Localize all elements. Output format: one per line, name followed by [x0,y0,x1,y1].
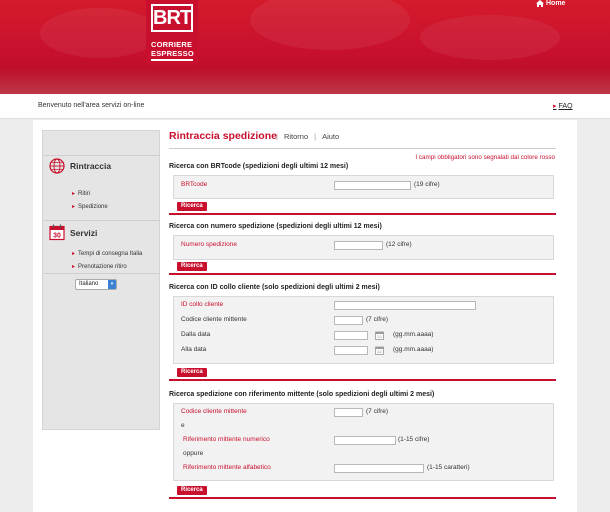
hint-codice-cliente: (7 cifre) [366,316,389,323]
hint-codice-cliente-mittente: (7 cifre) [366,408,389,415]
hint-riferimento-numerico: (1-15 cifre) [398,436,430,443]
content-panel: Rintraccia Ritiri Spedizione 30 Servizi … [33,120,577,512]
welcome-bar: Benvenuto nell'area servizi on-line ▸ FAQ [0,94,610,119]
nav-ritorno[interactable]: Ritorno [284,132,308,141]
hint-dalla-data: (gg.mm.aaaa) [393,331,434,338]
connector-e: e [181,422,185,429]
dalla-data-input[interactable] [334,331,368,340]
brtcode-input[interactable] [334,181,411,190]
page-title: Rintraccia spedizione [169,130,277,142]
section-title-riferimento: Ricerca spedizione con riferimento mitte… [169,391,435,398]
faq-label: FAQ [558,103,573,110]
logo-line-1: CORRIERE [151,40,193,49]
section-divider [169,379,556,381]
calendar-picker-icon[interactable] [375,346,384,355]
sidebar-divider [43,273,159,274]
sidebar-item-tempi-consegna[interactable]: Tempi di consegna Italia [72,250,142,257]
field-label-id-collo: ID collo cliente [181,301,224,308]
section-title-id-collo: Ricerca con ID collo cliente (solo spedi… [169,284,380,291]
section-divider [169,273,556,275]
riferimento-numerico-input[interactable] [334,436,396,445]
nav-aiuto[interactable]: Aiuto [322,132,339,141]
sidebar-item-spedizione[interactable]: Spedizione [72,203,108,210]
field-label-codice-cliente: Codice cliente mittente [181,316,247,323]
search-button-brtcode[interactable]: Ricerca [177,202,207,211]
calendar-picker-icon[interactable] [375,331,384,340]
field-label-codice-cliente-mittente: Codice cliente mittente [181,408,247,415]
hint-riferimento-alfabetico: (1-15 caratteri) [427,464,470,471]
sidebar-section-rintraccia[interactable]: Rintraccia [49,158,111,174]
sidebar-item-ritiri[interactable]: Ritiri [72,190,90,197]
search-button-id-collo[interactable]: Ricerca [177,368,207,377]
language-value: Italiano [79,281,99,287]
sidebar-divider [43,155,159,156]
arrow-right-icon: ▸ [553,103,557,110]
section-divider [169,497,556,499]
section-box-riferimento: Codice cliente mittente (7 cifre) e Rife… [173,403,554,481]
map-decoration [250,0,410,50]
globe-icon [49,158,65,174]
select-arrows-icon: ▾ [108,280,116,289]
home-link[interactable]: Home [536,0,565,7]
logo-mark: BRT [151,4,193,32]
sidebar-section-servizi[interactable]: 30 Servizi [49,224,97,241]
field-label-dalla-data: Dalla data [181,331,211,338]
home-icon [536,0,544,7]
field-label-riferimento-alfabetico: Riferimento mittente alfabetico [183,464,271,471]
logo-line-2: ESPRESSO [151,49,194,58]
riferimento-alfabetico-input[interactable] [334,464,424,473]
hint-brtcode: (19 cifre) [414,181,440,188]
connector-oppure: oppure [183,450,204,457]
sidebar: Rintraccia Ritiri Spedizione 30 Servizi … [42,130,160,430]
brt-logo[interactable]: BRT CORRIERE ESPRESSO [146,0,198,65]
home-label: Home [546,0,566,7]
section-title-numero-spedizione: Ricerca con numero spedizione (spedizion… [169,223,382,230]
sidebar-section-title: Rintraccia [70,161,112,171]
sidebar-item-prenotazione-ritiro[interactable]: Prenotazione ritiro [72,263,127,270]
section-title-brtcode: Ricerca con BRTcode (spedizioni degli ul… [169,163,349,170]
alla-data-input[interactable] [334,346,368,355]
required-fields-note: I campi obbligatori sono segnalati dal c… [415,154,555,161]
sidebar-divider [43,220,159,221]
map-decoration [40,8,160,58]
logo-underline [151,59,193,61]
main-form: Rintraccia spedizione | Ritorno | Aiuto … [169,120,559,512]
section-box-brtcode: BRTcode (19 cifre) [173,175,554,199]
field-label-numero-spedizione: Numero spedizione [181,241,238,248]
section-box-id-collo: ID collo cliente Codice cliente mittente… [173,296,554,364]
calendar-icon: 30 [49,224,65,241]
section-box-numero-spedizione: Numero spedizione (12 cifre) [173,235,554,260]
welcome-text: Benvenuto nell'area servizi on-line [38,102,145,109]
top-nav: | Ritorno | Aiuto [276,132,340,141]
faq-link[interactable]: ▸ FAQ [553,102,573,110]
search-button-riferimento[interactable]: Ricerca [177,486,207,495]
field-label-riferimento-numerico: Riferimento mittente numerico [183,436,270,443]
codice-cliente-mittente-input[interactable] [334,408,363,417]
site-header: BRT CORRIERE ESPRESSO Home [0,0,610,94]
map-decoration [420,15,560,60]
numero-spedizione-input[interactable] [334,241,383,250]
codice-cliente-input[interactable] [334,316,363,325]
id-collo-input[interactable] [334,301,476,310]
hint-alla-data: (gg.mm.aaaa) [393,346,434,353]
svg-text:30: 30 [53,233,61,240]
section-divider [169,213,556,215]
field-label-brtcode: BRTcode [181,181,208,188]
title-divider [169,148,556,149]
field-label-alla-data: Alla data [181,346,207,353]
sidebar-section-title: Servizi [70,227,98,238]
language-select[interactable]: Italiano ▾ [75,279,117,290]
search-button-numero-spedizione[interactable]: Ricerca [177,262,207,271]
hint-numero-spedizione: (12 cifre) [386,241,412,248]
